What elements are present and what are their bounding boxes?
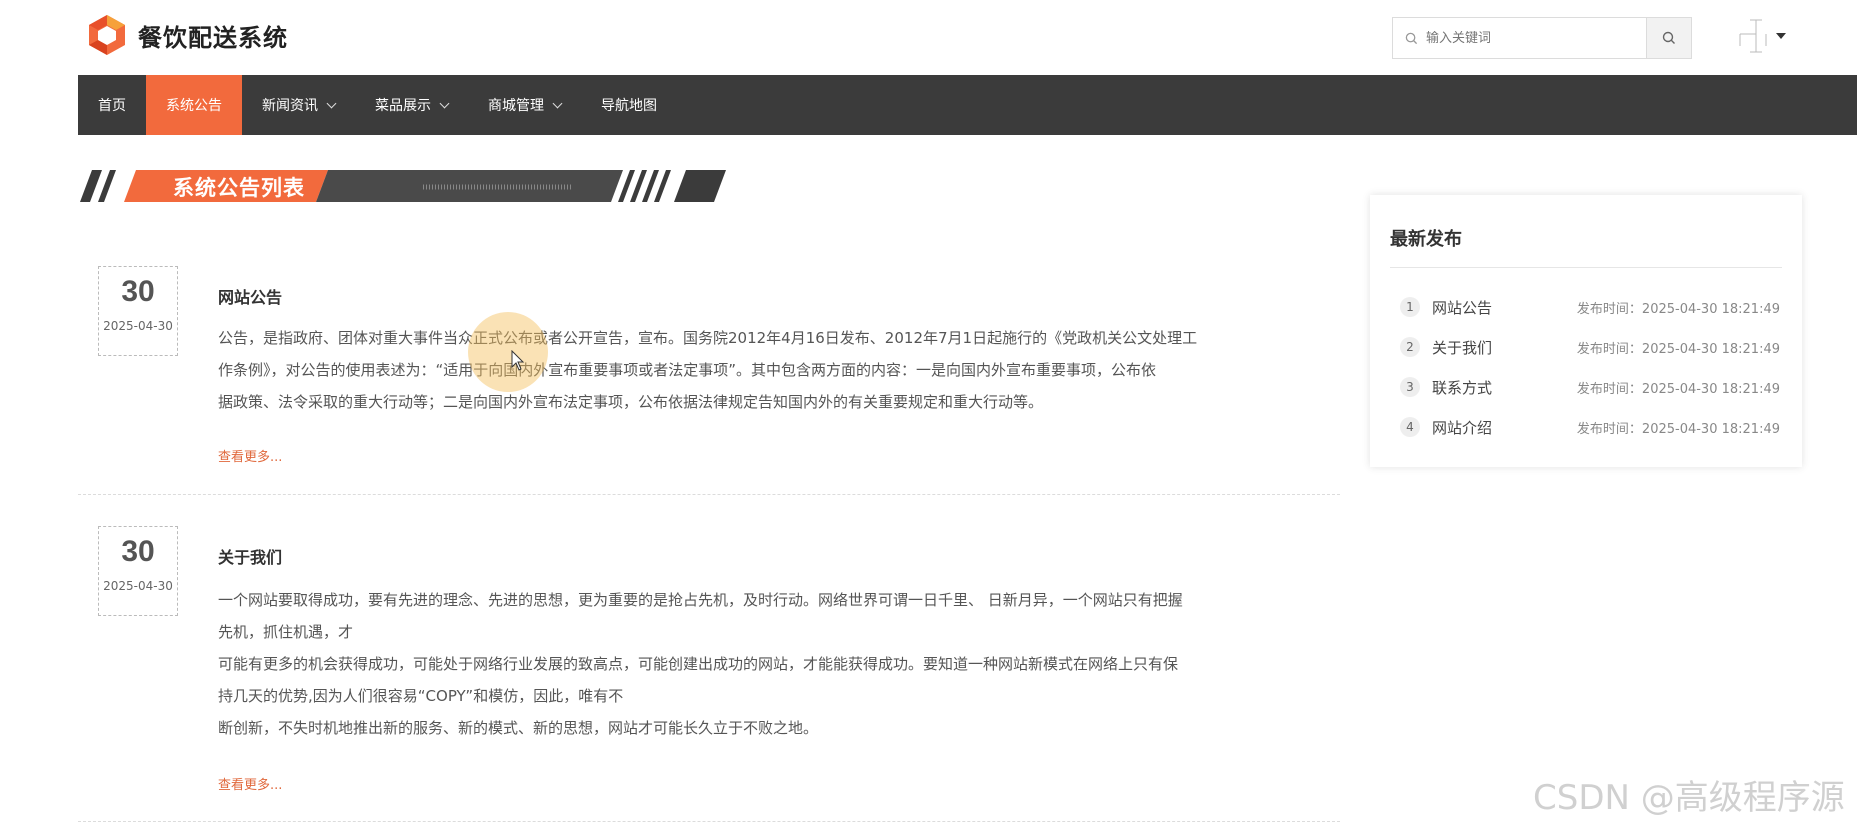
read-more-link[interactable]: 查看更多... — [218, 774, 282, 793]
search-bar — [1392, 17, 1692, 59]
summary-line: 据政策、法令采取的重大行动等；二是向国内外宣布法定事项，公布依据法律规定告知国内… — [218, 393, 1044, 411]
section-title: 系统公告列表 — [173, 176, 305, 200]
chevron-down-icon — [326, 98, 337, 108]
cursor-icon — [511, 350, 525, 371]
item-label[interactable]: 联系方式 — [1432, 377, 1572, 398]
search-field[interactable] — [1393, 18, 1646, 58]
nav-item-label: 首页 — [98, 98, 126, 114]
date-day: 30 — [121, 535, 155, 568]
divider — [1390, 267, 1782, 268]
watermark: CSDN @高级程序源 — [1533, 778, 1845, 818]
summary-line: 持几天的优势,因为人们很容易“COPY”和模仿，因此，唯有不 — [218, 687, 624, 705]
date-full: 2025-04-30 — [103, 319, 173, 333]
item-time: 发布时间：2025-04-30 18:21:49 — [1576, 301, 1780, 317]
date-box: 30 2025-04-30 — [98, 266, 178, 356]
date-box: 30 2025-04-30 — [98, 526, 178, 616]
nav-item-label: 菜品展示 — [375, 98, 431, 114]
search-button[interactable] — [1646, 18, 1691, 58]
item-number: 2 — [1400, 337, 1420, 357]
article-item: 30 2025-04-30 网站公告 公告，是指政府、团体对重大事件当众正式公布… — [78, 248, 1340, 495]
latest-post-item[interactable]: 1 网站公告 发布时间：2025-04-30 18:21:49 — [1400, 292, 1780, 322]
item-label[interactable]: 网站公告 — [1432, 297, 1572, 318]
search-button-icon — [1662, 31, 1675, 44]
date-day: 30 — [121, 275, 155, 308]
read-more-link[interactable]: 查看更多... — [218, 446, 282, 465]
item-time: 发布时间：2025-04-30 18:21:49 — [1576, 421, 1780, 437]
chevron-down-icon — [439, 98, 450, 108]
item-time: 发布时间：2025-04-30 18:21:49 — [1576, 381, 1780, 397]
avatar-icon — [1739, 19, 1767, 53]
chevron-down-icon — [552, 98, 563, 108]
nav-item-dishes[interactable]: 菜品展示 — [355, 75, 468, 135]
nav-item-label: 导航地图 — [601, 98, 657, 114]
date-full: 2025-04-30 — [103, 579, 173, 593]
item-label[interactable]: 关于我们 — [1432, 337, 1572, 358]
item-label[interactable]: 网站介绍 — [1432, 417, 1572, 438]
summary-line: 一个网站要取得成功，要有先进的理念、先进的思想，更为重要的是抢占先机，及时行动。… — [218, 591, 1183, 609]
article-title[interactable]: 网站公告 — [218, 284, 282, 308]
item-number: 3 — [1400, 377, 1420, 397]
section-banner: 系统公告列表 — [78, 168, 728, 204]
nav-item-announcements[interactable]: 系统公告 — [146, 75, 242, 135]
user-menu[interactable] — [1736, 14, 1796, 58]
search-icon — [1405, 32, 1418, 44]
item-number: 1 — [1400, 297, 1420, 317]
nav-item-map[interactable]: 导航地图 — [581, 75, 677, 135]
nav-item-label: 新闻资讯 — [262, 98, 318, 114]
nav-item-home[interactable]: 首页 — [78, 75, 146, 135]
search-input[interactable] — [1426, 30, 1646, 46]
summary-line: 公告，是指政府、团体对重大事件当众正式公布或者公开宣告，宣布。国务院2012年4… — [218, 329, 1198, 347]
logo[interactable]: 餐饮配送系统 — [86, 14, 288, 56]
site-header: 餐饮配送系统 — [0, 0, 1857, 75]
item-time: 发布时间：2025-04-30 18:21:49 — [1576, 341, 1780, 357]
summary-line: 断创新，不失时机地推出新的服务、新的模式、新的思想，网站才可能长久立于不败之地。 — [218, 719, 819, 737]
latest-post-item[interactable]: 2 关于我们 发布时间：2025-04-30 18:21:49 — [1400, 332, 1780, 362]
nav-item-news[interactable]: 新闻资讯 — [242, 75, 355, 135]
article-item: 30 2025-04-30 关于我们 一个网站要取得成功，要有先进的理念、先进的… — [78, 510, 1340, 822]
cursor-highlight — [468, 312, 548, 392]
summary-line: 可能有更多的机会获得成功，可能处于网络行业发展的致高点，可能创建出成功的网站，才… — [218, 655, 1179, 673]
article-title[interactable]: 关于我们 — [218, 544, 282, 568]
summary-line: 先机，抓住机遇，才 — [218, 623, 354, 641]
latest-post-item[interactable]: 3 联系方式 发布时间：2025-04-30 18:21:49 — [1400, 372, 1780, 402]
item-number: 4 — [1400, 417, 1420, 437]
latest-post-item[interactable]: 4 网站介绍 发布时间：2025-04-30 18:21:49 — [1400, 412, 1780, 442]
main-nav: 首页 系统公告 新闻资讯 菜品展示 商城管理 导航地图 — [78, 75, 1857, 135]
site-title: 餐饮配送系统 — [138, 23, 288, 52]
sidebar-title: 最新发布 — [1390, 229, 1462, 250]
nav-item-label: 商城管理 — [488, 98, 544, 114]
article-summary: 公告，是指政府、团体对重大事件当众正式公布或者公开宣告，宣布。国务院2012年4… — [218, 322, 1253, 418]
nav-item-shop[interactable]: 商城管理 — [468, 75, 581, 135]
nav-item-label: 系统公告 — [166, 98, 222, 114]
chevron-down-icon[interactable] — [1776, 33, 1786, 39]
latest-posts-panel: 最新发布 1 网站公告 发布时间：2025-04-30 18:21:49 2 关… — [1370, 195, 1802, 467]
article-summary: 一个网站要取得成功，要有先进的理念、先进的思想，更为重要的是抢占先机，及时行动。… — [218, 584, 1253, 744]
logo-icon — [89, 15, 125, 55]
summary-line: 作条例》，对公告的使用表述为：“适用于向国内外宣布重要事项或者法定事项”。其中包… — [218, 361, 1157, 379]
